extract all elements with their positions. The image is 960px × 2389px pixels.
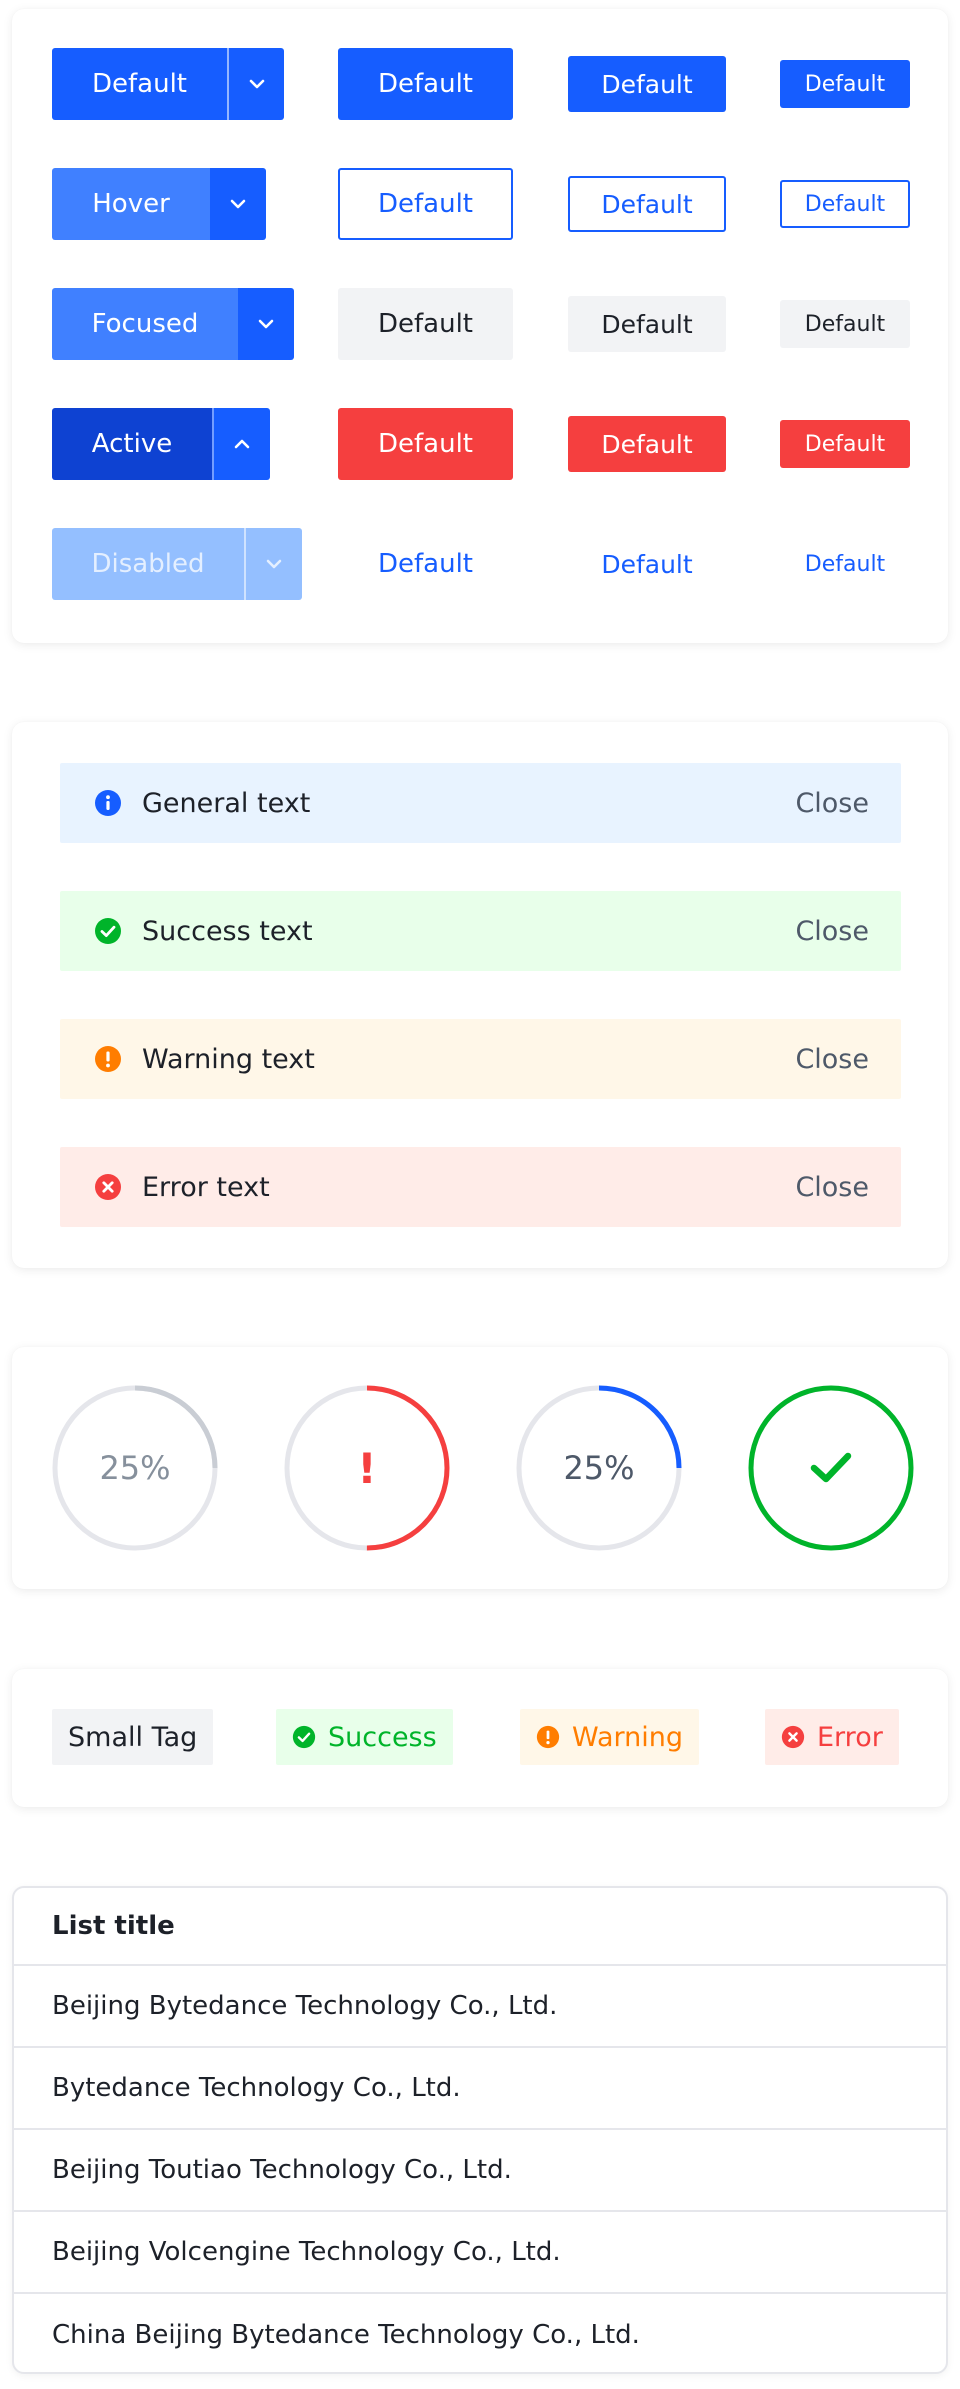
tags-card: Small Tag Success Warning Error	[12, 1669, 948, 1807]
secondary-button-medium[interactable]: Default	[568, 296, 726, 352]
close-circle-icon	[95, 1174, 121, 1200]
tag-error: Error	[765, 1709, 899, 1765]
list-item[interactable]: Beijing Toutiao Technology Co., Ltd.	[14, 2130, 946, 2212]
progress-ring: !	[284, 1385, 450, 1551]
tag-text: Warning	[572, 1721, 684, 1753]
exclamation-circle-icon	[536, 1725, 560, 1749]
split-button-disabled: Disabled	[52, 528, 302, 600]
split-button-main[interactable]: Focused	[52, 288, 238, 360]
split-button-main[interactable]: Hover	[52, 168, 210, 240]
list-item[interactable]: Beijing Bytedance Technology Co., Ltd.	[14, 1966, 946, 2048]
list-item[interactable]: China Beijing Bytedance Technology Co., …	[14, 2294, 946, 2372]
chevron-down-icon	[258, 319, 274, 329]
primary-button-large[interactable]: Default	[338, 48, 513, 120]
check-circle-icon	[292, 1725, 316, 1749]
split-button-main: Disabled	[52, 528, 244, 600]
split-button-arrow[interactable]	[238, 288, 294, 360]
split-button-hover[interactable]: Hover	[52, 168, 266, 240]
split-button-arrow[interactable]	[212, 408, 270, 480]
danger-button-medium[interactable]: Default	[568, 416, 726, 472]
alert-close-button[interactable]: Close	[795, 916, 869, 947]
progress-ring: 25%	[52, 1385, 218, 1551]
check-icon	[810, 1452, 852, 1483]
list-title: List title	[14, 1888, 946, 1966]
chevron-up-icon	[234, 439, 250, 449]
tag-success: Success	[276, 1709, 453, 1765]
alert-text: Error text	[142, 1171, 270, 1203]
split-button-arrow[interactable]	[227, 48, 284, 120]
progress-label: 25%	[99, 1449, 171, 1487]
progress-label: !	[357, 1443, 377, 1493]
progress-ring	[748, 1385, 914, 1551]
list-item[interactable]: Bytedance Technology Co., Ltd.	[14, 2048, 946, 2130]
buttons-card: Default Hover Focused Active Disabled De…	[12, 9, 948, 643]
chevron-down-icon	[230, 199, 246, 209]
outline-button-large[interactable]: Default	[338, 168, 513, 240]
split-button-focused[interactable]: Focused	[52, 288, 294, 360]
alert-text: Warning text	[142, 1043, 315, 1075]
split-button-arrow	[244, 528, 302, 600]
tag-default: Small Tag	[52, 1709, 214, 1765]
primary-button-small[interactable]: Default	[780, 60, 910, 108]
outline-button-medium[interactable]: Default	[568, 176, 726, 232]
text-button-small[interactable]: Default	[780, 540, 910, 588]
danger-button-small[interactable]: Default	[780, 420, 910, 468]
progress-card: 25% ! 25%	[12, 1347, 948, 1589]
split-button-main[interactable]: Active	[52, 408, 212, 480]
chevron-down-icon	[266, 559, 282, 569]
split-button-arrow[interactable]	[210, 168, 266, 240]
alert-warning: Warning text Close	[60, 1019, 901, 1099]
alerts-card: General text Close Success text Close Wa…	[12, 722, 948, 1268]
alert-text: General text	[142, 787, 311, 819]
alert-close-button[interactable]: Close	[795, 1044, 869, 1075]
chevron-down-icon	[249, 79, 264, 89]
alert-info: General text Close	[60, 763, 901, 843]
alert-close-button[interactable]: Close	[795, 788, 869, 819]
text-button-medium[interactable]: Default	[568, 536, 726, 592]
danger-button-large[interactable]: Default	[338, 408, 513, 480]
exclamation-circle-icon	[95, 1046, 121, 1072]
check-circle-icon	[95, 918, 121, 944]
split-button-default[interactable]: Default	[52, 48, 284, 120]
split-button-main[interactable]: Default	[52, 48, 227, 120]
close-circle-icon	[781, 1725, 805, 1749]
progress-label	[748, 1385, 914, 1551]
primary-button-medium[interactable]: Default	[568, 56, 726, 112]
list-item[interactable]: Beijing Volcengine Technology Co., Ltd.	[14, 2212, 946, 2294]
outline-button-small[interactable]: Default	[780, 180, 910, 228]
secondary-button-small[interactable]: Default	[780, 300, 910, 348]
alert-text: Success text	[142, 915, 313, 947]
split-button-active[interactable]: Active	[52, 408, 270, 480]
progress-ring: 25%	[516, 1385, 682, 1551]
tag-warning: Warning	[520, 1709, 700, 1765]
alert-close-button[interactable]: Close	[795, 1172, 869, 1203]
tag-text: Success	[328, 1721, 437, 1753]
tag-text: Error	[817, 1721, 883, 1753]
tag-text: Small Tag	[68, 1721, 198, 1753]
progress-label: 25%	[563, 1449, 635, 1487]
text-button-large[interactable]: Default	[338, 528, 513, 600]
alert-error: Error text Close	[60, 1147, 901, 1227]
alert-success: Success text Close	[60, 891, 901, 971]
list-card: List title Beijing Bytedance Technology …	[12, 1886, 948, 2374]
secondary-button-large[interactable]: Default	[338, 288, 513, 360]
info-circle-icon	[95, 790, 121, 816]
